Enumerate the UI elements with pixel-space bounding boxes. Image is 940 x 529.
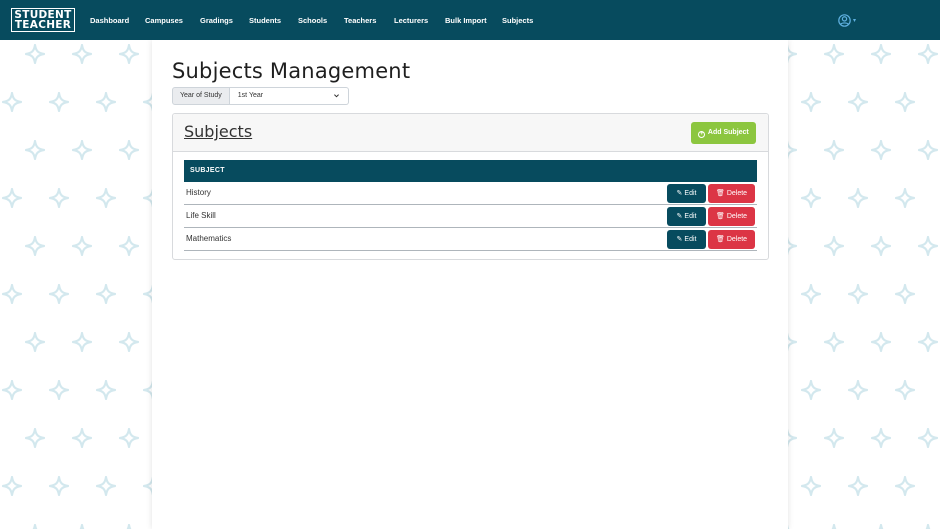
chevron-down-icon: ▾ <box>853 17 857 24</box>
edit-label: Edit <box>684 190 697 197</box>
year-of-study-select[interactable]: 1st Year <box>229 87 349 105</box>
edit-button[interactable]: ✎ Edit <box>667 230 706 249</box>
subjects-card: Subjects + Add Subject SUBJECT History ✎… <box>172 113 769 260</box>
year-of-study-label: Year of Study <box>172 87 230 105</box>
edit-button[interactable]: ✎ Edit <box>667 184 706 203</box>
delete-button[interactable]: 🗑︎ Delete <box>708 207 755 226</box>
nav-item-schools[interactable]: Schools <box>298 16 344 25</box>
page-title: Subjects Management <box>172 59 411 83</box>
delete-label: Delete <box>726 213 748 220</box>
nav-links: Dashboard Campuses Gradings Students Sch… <box>90 0 542 40</box>
add-subject-button[interactable]: + Add Subject <box>691 122 756 144</box>
nav-item-bulk-import[interactable]: Bulk Import <box>445 16 502 25</box>
edit-icon: ✎ <box>676 236 683 243</box>
nav-item-lecturers[interactable]: Lecturers <box>394 16 445 25</box>
edit-icon: ✎ <box>676 190 683 197</box>
user-circle-icon <box>838 13 851 27</box>
delete-label: Delete <box>726 190 748 197</box>
delete-button[interactable]: 🗑︎ Delete <box>708 184 755 203</box>
nav-item-subjects[interactable]: Subjects <box>502 16 542 25</box>
plus-circle-icon: + <box>698 131 706 138</box>
subject-name: Mathematics <box>186 234 232 243</box>
nav-item-dashboard[interactable]: Dashboard <box>90 16 145 25</box>
nav-item-gradings[interactable]: Gradings <box>200 16 249 25</box>
subject-name: History <box>186 188 211 197</box>
edit-button[interactable]: ✎ Edit <box>667 207 706 226</box>
add-subject-label: Add Subject <box>707 129 749 136</box>
nav-item-campuses[interactable]: Campuses <box>145 16 200 25</box>
top-navbar: STUDENT TEACHER Dashboard Campuses Gradi… <box>0 0 940 40</box>
table-row: Life Skill ✎ Edit 🗑︎ Delete <box>184 205 757 228</box>
nav-item-teachers[interactable]: Teachers <box>344 16 394 25</box>
chevron-down-icon <box>333 88 340 111</box>
table-header-subject: SUBJECT <box>184 160 757 182</box>
card-title: Subjects <box>184 122 253 141</box>
main-content: Subjects Management Year of Study 1st Ye… <box>152 40 788 529</box>
year-of-study-value: 1st Year <box>237 92 264 99</box>
delete-label: Delete <box>726 236 748 243</box>
card-header: Subjects + Add Subject <box>173 114 768 152</box>
brand-logo[interactable]: STUDENT TEACHER <box>11 8 75 32</box>
user-menu[interactable]: ▾ <box>838 12 862 28</box>
year-of-study-filter: Year of Study 1st Year <box>172 87 349 105</box>
delete-button[interactable]: 🗑︎ Delete <box>708 230 755 249</box>
edit-icon: ✎ <box>676 213 683 220</box>
table-row: History ✎ Edit 🗑︎ Delete <box>184 182 757 205</box>
trash-icon: 🗑︎ <box>715 236 725 243</box>
subjects-table: SUBJECT History ✎ Edit 🗑︎ Delete Life Skil… <box>184 160 757 251</box>
trash-icon: 🗑︎ <box>715 213 725 220</box>
edit-label: Edit <box>684 236 697 243</box>
trash-icon: 🗑︎ <box>715 190 725 197</box>
subject-name: Life Skill <box>186 211 216 220</box>
nav-item-students[interactable]: Students <box>249 16 298 25</box>
table-row: Mathematics ✎ Edit 🗑︎ Delete <box>184 228 757 251</box>
edit-label: Edit <box>684 213 697 220</box>
logo-line-2: TEACHER <box>14 19 72 31</box>
